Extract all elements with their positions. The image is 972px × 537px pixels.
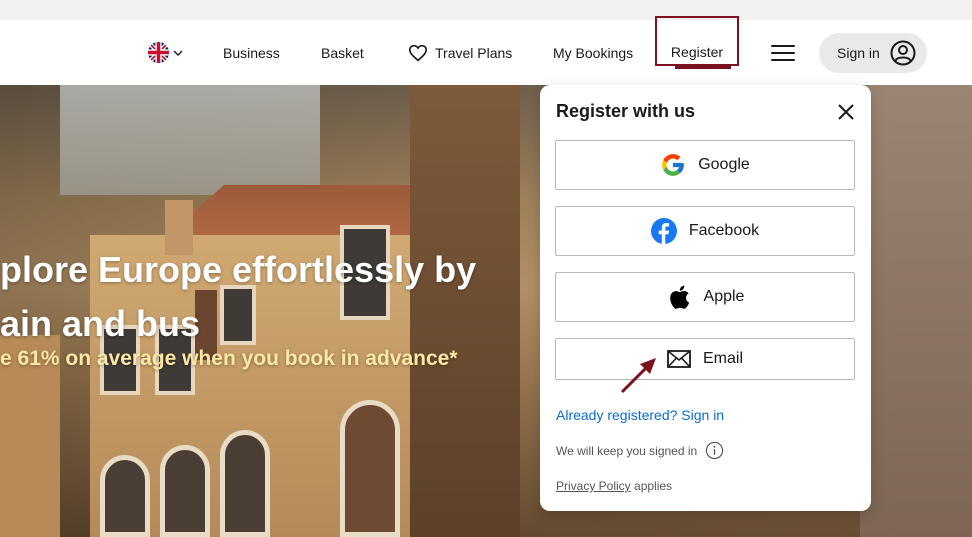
- sign-in-label: Sign in: [837, 45, 880, 61]
- heart-icon: [408, 44, 428, 61]
- register-apple-button[interactable]: Apple: [555, 272, 855, 322]
- privacy-policy-link[interactable]: Privacy Policy: [556, 479, 631, 493]
- hero-arch: [100, 455, 150, 537]
- register-facebook-button[interactable]: Facebook: [555, 206, 855, 256]
- privacy-suffix: applies: [630, 479, 673, 493]
- email-label: Email: [702, 350, 743, 367]
- nav-register[interactable]: Register: [655, 16, 739, 66]
- nav-travel-plans-label: Travel Plans: [435, 44, 513, 61]
- register-google-button[interactable]: Google: [555, 140, 855, 190]
- nav-register-label: Register: [670, 44, 724, 60]
- google-icon: [662, 154, 685, 176]
- apple-icon: [669, 285, 689, 309]
- user-circle-icon: [890, 40, 916, 66]
- hero-heading-line2: ain and bus: [0, 303, 201, 344]
- hero-heading-line1: plore Europe effortlessly by: [0, 249, 477, 290]
- nav-basket[interactable]: Basket: [321, 20, 364, 85]
- sign-in-button[interactable]: Sign in: [819, 33, 927, 73]
- nav-travel-plans[interactable]: Travel Plans: [408, 20, 512, 85]
- close-icon[interactable]: [837, 103, 855, 121]
- google-label: Google: [698, 156, 750, 173]
- privacy-note: Privacy Policy applies: [556, 479, 672, 493]
- keep-signed-in-text: We will keep you signed in: [556, 443, 698, 458]
- facebook-label: Facebook: [688, 222, 760, 239]
- top-strip: [0, 0, 972, 20]
- register-panel: Register with us Google Facebook Apple E…: [540, 85, 871, 511]
- top-navbar: Business Basket Travel Plans My Bookings…: [0, 16, 972, 85]
- language-selector[interactable]: [148, 20, 183, 85]
- keep-signed-in-note: We will keep you signed in: [556, 441, 724, 460]
- register-email-button[interactable]: Email: [555, 338, 855, 380]
- hero-sky: [60, 85, 320, 195]
- hero-arch: [160, 445, 210, 537]
- annotation-arrow-icon: [620, 358, 656, 394]
- nav-my-bookings[interactable]: My Bookings: [553, 20, 633, 85]
- register-active-underline: [675, 66, 731, 69]
- already-registered-signin-link[interactable]: Already registered? Sign in: [556, 407, 724, 423]
- nav-business[interactable]: Business: [223, 20, 280, 85]
- info-icon[interactable]: [705, 441, 724, 460]
- register-panel-title: Register with us: [556, 101, 696, 121]
- hamburger-menu-icon[interactable]: [771, 45, 795, 63]
- apple-label: Apple: [703, 288, 745, 305]
- facebook-icon: [650, 218, 677, 244]
- uk-flag-icon: [148, 42, 169, 63]
- hero-heading: plore Europe effortlessly by ain and bus: [0, 243, 520, 351]
- envelope-icon: [667, 350, 691, 368]
- hero-building-far-right: [860, 85, 972, 537]
- hero-subtitle: e 61% on average when you book in advanc…: [0, 347, 458, 370]
- chevron-down-icon: [173, 50, 183, 56]
- hero-arch: [220, 430, 270, 537]
- hero-door: [340, 400, 400, 537]
